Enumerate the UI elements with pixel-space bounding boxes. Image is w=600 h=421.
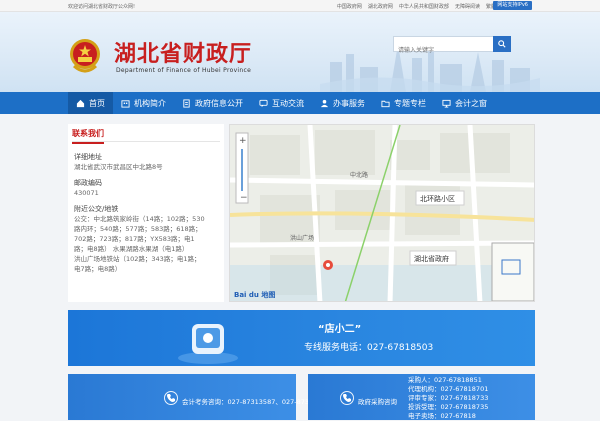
link-accessibility[interactable]: 无障碍阅读 (455, 3, 480, 10)
postcode-value: 430071 (74, 189, 99, 197)
site-header: 湖北省财政厅 Department of Finance of Hubei Pr… (0, 12, 600, 92)
welcome-text: 欢迎访问湖北省财政厅公众网! (68, 4, 136, 10)
transit-line: 电7路；电8路） (74, 265, 122, 273)
contact-panel: 联系我们 详细地址 湖北省武汉市武昌区中北路8号 邮政编码 430071 附近公… (68, 124, 224, 302)
link-mof[interactable]: 中华人民共和国财政部 (399, 3, 449, 10)
building-icon (121, 99, 130, 108)
site-subtitle: Department of Finance of Hubei Province (116, 67, 252, 74)
chat-icon (259, 99, 268, 107)
service-banner[interactable]: “店小二” 专线服务电话：027-67818503 (68, 310, 535, 366)
map-pin-icon[interactable] (323, 260, 333, 270)
national-emblem-icon (70, 39, 100, 73)
main-nav: 首页 机构简介 政府信息公开 互动交流 办事服务 专题专栏 会计之窗 (0, 92, 600, 114)
nav-label: 会计之窗 (455, 98, 487, 108)
search-button[interactable] (493, 36, 511, 52)
baidu-map-logo: Bai du 地图 (234, 290, 275, 299)
nav-label: 办事服务 (333, 98, 365, 108)
nav-label: 专题专栏 (394, 98, 426, 108)
nav-services[interactable]: 办事服务 (312, 92, 373, 114)
procurement-line: 采购人：027-67818851 (408, 376, 482, 384)
search-input[interactable] (394, 43, 492, 58)
transit-line: 路内环；540路；577路；583路；618路； (74, 225, 202, 233)
accounting-exam-box[interactable]: 会计考务咨询：027-87313587、027-87362011 (68, 374, 330, 420)
top-bar: 欢迎访问湖北省财政厅公众网! 中国政府网 湖北政府网 中华人民共和国财政部 无障… (0, 0, 600, 12)
svg-text:−: − (240, 193, 248, 203)
location-map[interactable]: 北环路小区 湖北省政府 中北路 洪山广场 + − Bai du 地图 (229, 124, 535, 302)
map-label-square: 洪山广场 (290, 234, 314, 242)
link-hubei-gov[interactable]: 湖北政府网 (368, 3, 393, 10)
nav-label: 政府信息公开 (195, 98, 243, 108)
transit-line: 洪山广场地铁站（102路；343路；电1路； (74, 255, 201, 263)
nav-label: 首页 (89, 98, 105, 108)
procurement-box[interactable]: 政府采购咨询 采购人：027-67818851 代理机构：027-6781870… (308, 374, 535, 420)
procurement-lines: 采购人：027-67818851 代理机构：027-67818701 评审专家：… (408, 376, 488, 421)
banner-title: “店小二” (318, 324, 362, 335)
nav-info-disclosure[interactable]: 政府信息公开 (174, 92, 251, 114)
svg-text:+: + (239, 136, 247, 146)
banner-phone: 专线服务电话：027-67818503 (304, 343, 434, 353)
procurement-label: 政府采购咨询 (358, 398, 397, 406)
nav-home[interactable]: 首页 (68, 92, 113, 114)
document-icon (183, 98, 190, 108)
site-title: 湖北省财政厅 (114, 41, 253, 67)
ipv6-badge[interactable]: 网站支持IPv6 (493, 1, 532, 10)
procurement-line: 投诉受理：027-67818735 (408, 403, 489, 411)
procurement-line: 评审专家：027-67818733 (408, 394, 489, 402)
address-label: 详细地址 (74, 153, 102, 161)
search-box (393, 36, 511, 58)
nav-label: 机构简介 (134, 98, 166, 108)
nav-topics[interactable]: 专题专栏 (373, 92, 434, 114)
transit-line: 公交：中北路筑家岭街（14路；102路；530 (74, 215, 205, 223)
link-gov-cn[interactable]: 中国政府网 (337, 3, 362, 10)
address-value: 湖北省武汉市武昌区中北路8号 (74, 163, 163, 171)
nav-accounting[interactable]: 会计之窗 (434, 92, 495, 114)
people-icon (320, 99, 329, 107)
transit-line: 路；电8路） 水果湖路水果湖（电1路） (74, 245, 189, 253)
nav-interaction[interactable]: 互动交流 (251, 92, 312, 114)
procurement-line: 代理机构：027-67818701 (408, 385, 489, 393)
monitor-icon (442, 99, 451, 108)
map-label-road: 中北路 (350, 171, 368, 179)
minimap[interactable] (491, 242, 534, 301)
phone-icon (340, 391, 354, 405)
phone-icon (164, 391, 178, 405)
transit-line: 702路；723路；817路；YX583路；电1 (74, 235, 195, 243)
folder-icon (381, 100, 390, 107)
zoom-control[interactable]: + − (235, 132, 249, 204)
search-icon (498, 40, 506, 48)
phone-service-illustration (178, 324, 238, 364)
postcode-label: 邮政编码 (74, 179, 102, 187)
home-icon (76, 99, 85, 107)
map-canvas[interactable]: 北环路小区 湖北省政府 中北路 洪山广场 + − Bai du 地图 (230, 125, 535, 302)
transit-label: 附近公交/地铁 (74, 205, 119, 213)
map-label-area: 北环路小区 (420, 194, 455, 203)
nav-about[interactable]: 机构简介 (113, 92, 174, 114)
contact-body: 详细地址 湖北省武汉市武昌区中北路8号 邮政编码 430071 附近公交/地铁 … (74, 152, 220, 274)
map-label-gov: 湖北省政府 (414, 254, 449, 263)
nav-label: 互动交流 (272, 98, 304, 108)
divider (72, 141, 220, 142)
